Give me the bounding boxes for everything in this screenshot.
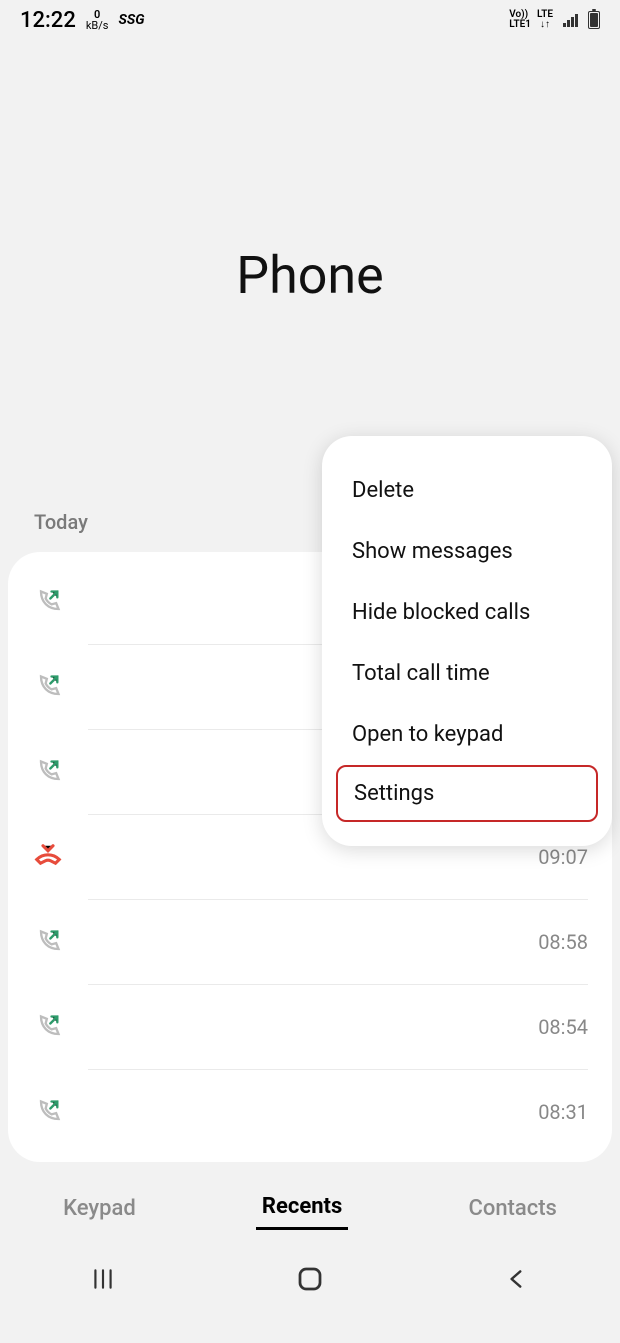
page-title: Phone [236, 245, 383, 306]
outgoing-call-icon [32, 1011, 64, 1043]
menu-hide-blocked[interactable]: Hide blocked calls [322, 582, 612, 643]
menu-total-call-time[interactable]: Total call time [322, 643, 612, 704]
status-ssg: SSG [118, 12, 144, 28]
lte-indicator: LTE ↓↑ [537, 10, 553, 30]
outgoing-call-icon [32, 926, 64, 958]
outgoing-call-icon [32, 586, 64, 618]
menu-settings[interactable]: Settings [336, 765, 598, 822]
menu-show-messages[interactable]: Show messages [322, 521, 612, 582]
call-time: 08:58 [538, 930, 588, 954]
menu-open-keypad[interactable]: Open to keypad [322, 704, 612, 765]
outgoing-call-icon [32, 671, 64, 703]
call-time: 08:31 [538, 1100, 588, 1124]
call-row[interactable]: 08:31 [8, 1070, 612, 1154]
status-left: 12:22 0 kB/s SSG [20, 8, 144, 33]
call-row[interactable]: 08:58 [8, 900, 612, 984]
bottom-tabs: Keypad Recents Contacts [0, 1172, 620, 1244]
overflow-menu: Delete Show messages Hide blocked calls … [322, 436, 612, 846]
outgoing-call-icon [32, 1096, 64, 1128]
status-data-rate: 0 kB/s [86, 9, 109, 31]
recent-apps-button[interactable] [85, 1261, 121, 1297]
signal-icon [563, 13, 578, 27]
volte-indicator: Vo)) LTE1 [509, 10, 531, 30]
call-time: 08:54 [538, 1015, 588, 1039]
status-right: Vo)) LTE1 LTE ↓↑ [509, 10, 600, 30]
outgoing-call-icon [32, 756, 64, 788]
call-row[interactable]: 08:54 [8, 985, 612, 1069]
tab-contacts[interactable]: Contacts [462, 1188, 562, 1229]
status-bar: 12:22 0 kB/s SSG Vo)) LTE1 LTE ↓↑ [0, 0, 620, 40]
menu-delete[interactable]: Delete [322, 460, 612, 521]
tab-recents[interactable]: Recents [256, 1186, 348, 1230]
tab-keypad[interactable]: Keypad [57, 1188, 142, 1229]
battery-icon [588, 11, 600, 29]
system-nav-bar [0, 1244, 620, 1314]
home-button[interactable] [292, 1261, 328, 1297]
call-time: 09:07 [538, 845, 588, 869]
missed-call-icon [32, 841, 64, 873]
back-button[interactable] [499, 1261, 535, 1297]
status-clock: 12:22 [20, 8, 76, 33]
